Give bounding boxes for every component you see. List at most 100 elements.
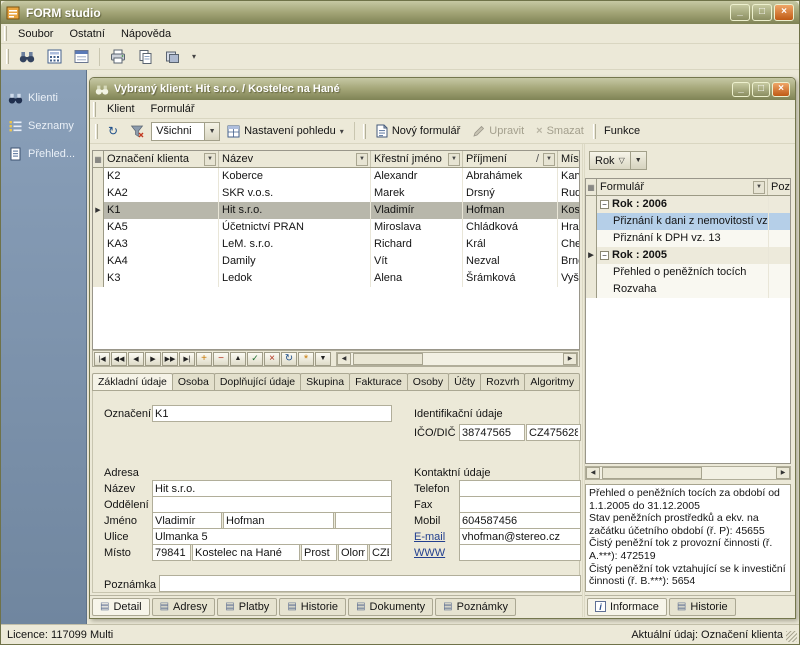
nav-next-button[interactable]: ▶	[145, 352, 161, 366]
tab-rozvrh[interactable]: Rozvrh	[480, 373, 525, 391]
sidebar-item-prehled[interactable]: Přehled...	[1, 140, 86, 168]
forms-toolbar-button[interactable]	[69, 46, 94, 68]
functions-button[interactable]: Funkce	[599, 120, 645, 142]
tab-zakladni-udaje[interactable]: Základní údaje	[92, 373, 173, 391]
column-dropdown-icon[interactable]: ▼	[356, 153, 368, 166]
resize-grip[interactable]	[786, 631, 797, 642]
city-input[interactable]	[192, 544, 300, 561]
mobil-input[interactable]	[459, 512, 581, 529]
client-window-titlebar[interactable]: Vybraný klient: Hit s.r.o. / Kostelec na…	[90, 78, 795, 100]
column-header-krestni-jmeno[interactable]: Křestní jméno▼	[371, 151, 463, 167]
table-row[interactable]: KA4 Damily Vít Nezval Brno	[93, 253, 579, 270]
telefon-input[interactable]	[459, 480, 581, 497]
form-row[interactable]: Přehled o peněžních tocích	[586, 264, 790, 281]
menubar-grip[interactable]	[4, 26, 7, 41]
menu-item-soubor[interactable]: Soubor	[10, 25, 61, 43]
dropdown-icon[interactable]: ▼	[631, 151, 647, 170]
window-titlebar[interactable]: FORM studio _ □ ×	[1, 1, 799, 24]
table-row[interactable]: K3 Ledok Alena Šrámková Vyšk	[93, 270, 579, 287]
calculator-toolbar-button[interactable]	[42, 46, 67, 68]
menu-item-napoveda[interactable]: Nápověda	[113, 25, 179, 43]
view-settings-button[interactable]: Nastavení pohledu ▾	[222, 120, 349, 142]
delete-button[interactable]: × Smazat	[531, 120, 589, 142]
scroll-right-button[interactable]: ▶	[776, 467, 790, 479]
menu-item-formular[interactable]: Formulář	[143, 100, 203, 118]
nav-first-button[interactable]: |◀	[94, 352, 110, 366]
lastname-input[interactable]	[223, 512, 334, 529]
btab-platby[interactable]: ▤Platby	[217, 598, 277, 616]
copy-toolbar-button[interactable]	[133, 46, 158, 68]
region-input[interactable]	[338, 544, 368, 561]
toolbar-grip[interactable]	[95, 124, 98, 139]
group-row[interactable]: −Rok : 2006	[586, 196, 790, 213]
group-row[interactable]: ▶ −Rok : 2005	[586, 247, 790, 264]
print-toolbar-button[interactable]	[105, 46, 131, 68]
tab-ucty[interactable]: Účty	[448, 373, 481, 391]
tab-fakturace[interactable]: Fakturace	[349, 373, 408, 391]
close-button[interactable]: ×	[774, 4, 794, 21]
btab-detail[interactable]: ▤Detail	[92, 598, 150, 616]
ico-input[interactable]	[459, 424, 525, 441]
nazev-input[interactable]	[152, 480, 392, 497]
btab-historie[interactable]: ▤Historie	[279, 598, 346, 616]
nav-last-button[interactable]: ▶|	[179, 352, 195, 366]
menu-item-klient[interactable]: Klient	[99, 100, 143, 118]
clients-toolbar-button[interactable]	[14, 46, 40, 68]
menu-item-ostatni[interactable]: Ostatní	[61, 25, 112, 43]
toolbar-grip[interactable]	[593, 124, 596, 139]
minimize-button[interactable]: _	[730, 4, 750, 21]
nav-cancel-button[interactable]: ×	[264, 352, 280, 366]
tab-algoritmy[interactable]: Algoritmy	[524, 373, 580, 391]
sidebar-item-seznamy[interactable]: Seznamy	[1, 112, 86, 140]
district-input[interactable]	[301, 544, 337, 561]
www-input[interactable]	[459, 544, 581, 561]
tab-historie-right[interactable]: ▤Historie	[669, 598, 736, 616]
tab-osoby[interactable]: Osoby	[407, 373, 449, 391]
nav-edit-button[interactable]: ▲	[230, 352, 246, 366]
nav-prev-button[interactable]: ◀	[128, 352, 144, 366]
tab-skupina[interactable]: Skupina	[300, 373, 350, 391]
country-input[interactable]	[369, 544, 392, 561]
nav-filter-button[interactable]: ▼	[315, 352, 331, 366]
tab-doplnujici-udaje[interactable]: Doplňující údaje	[214, 373, 301, 391]
table-row[interactable]: K2 Koberce Alexandr Abrahámek Karv	[93, 168, 579, 185]
form-row[interactable]: Přiznání k DPH vz. 13	[586, 230, 790, 247]
poznamka-input[interactable]	[159, 575, 581, 592]
new-form-button[interactable]: Nový formulář	[371, 120, 465, 142]
filter-combobox[interactable]: Všichni ▼	[151, 122, 220, 141]
reports-toolbar-button[interactable]	[160, 46, 185, 68]
scrollbar-thumb[interactable]	[353, 353, 423, 365]
dic-input[interactable]	[526, 424, 581, 441]
toolbar-overflow-button[interactable]: ▾	[187, 46, 201, 68]
nav-refresh-button[interactable]: ↻	[281, 352, 297, 366]
title-input[interactable]	[335, 512, 392, 529]
column-dropdown-icon[interactable]: ▼	[448, 153, 460, 166]
minimize-button[interactable]: _	[732, 82, 750, 97]
table-row[interactable]: KA2 SKR v.o.s. Marek Drsný Rudn	[93, 185, 579, 202]
table-row[interactable]: KA5 Účetnictví PRAN Miroslava Chládková …	[93, 219, 579, 236]
btab-poznamky[interactable]: ▤Poznámky	[435, 598, 516, 616]
ulice-input[interactable]	[152, 528, 392, 545]
scrollbar-track[interactable]	[600, 467, 776, 479]
collapse-icon[interactable]: −	[600, 200, 609, 209]
btab-dokumenty[interactable]: ▤Dokumenty	[348, 598, 433, 616]
refresh-button[interactable]: ↻	[103, 120, 123, 142]
form-row[interactable]: Rozvaha	[586, 281, 790, 298]
collapse-icon[interactable]: −	[600, 251, 609, 260]
tab-informace[interactable]: iInformace	[587, 598, 667, 616]
group-field-rok[interactable]: Rok ▽	[589, 151, 631, 170]
table-row[interactable]: KA3 LeM. s.r.o. Richard Král Cheb	[93, 236, 579, 253]
www-label[interactable]: WWW	[414, 547, 445, 559]
oddeleni-input[interactable]	[152, 496, 392, 513]
column-header-nazev[interactable]: Název▼	[219, 151, 371, 167]
clear-filter-button[interactable]	[125, 120, 149, 142]
tab-osoba[interactable]: Osoba	[172, 373, 215, 391]
email-input[interactable]	[459, 528, 581, 545]
maximize-button[interactable]: □	[752, 82, 770, 97]
scrollbar-track[interactable]	[351, 353, 563, 365]
btab-adresy[interactable]: ▤Adresy	[152, 598, 216, 616]
toolbar-grip[interactable]	[6, 49, 9, 64]
sidebar-item-klienti[interactable]: Klienti	[1, 84, 86, 112]
column-header-oznaceni-klienta[interactable]: Označení klienta▼	[104, 151, 219, 167]
psc-input[interactable]	[152, 544, 191, 561]
